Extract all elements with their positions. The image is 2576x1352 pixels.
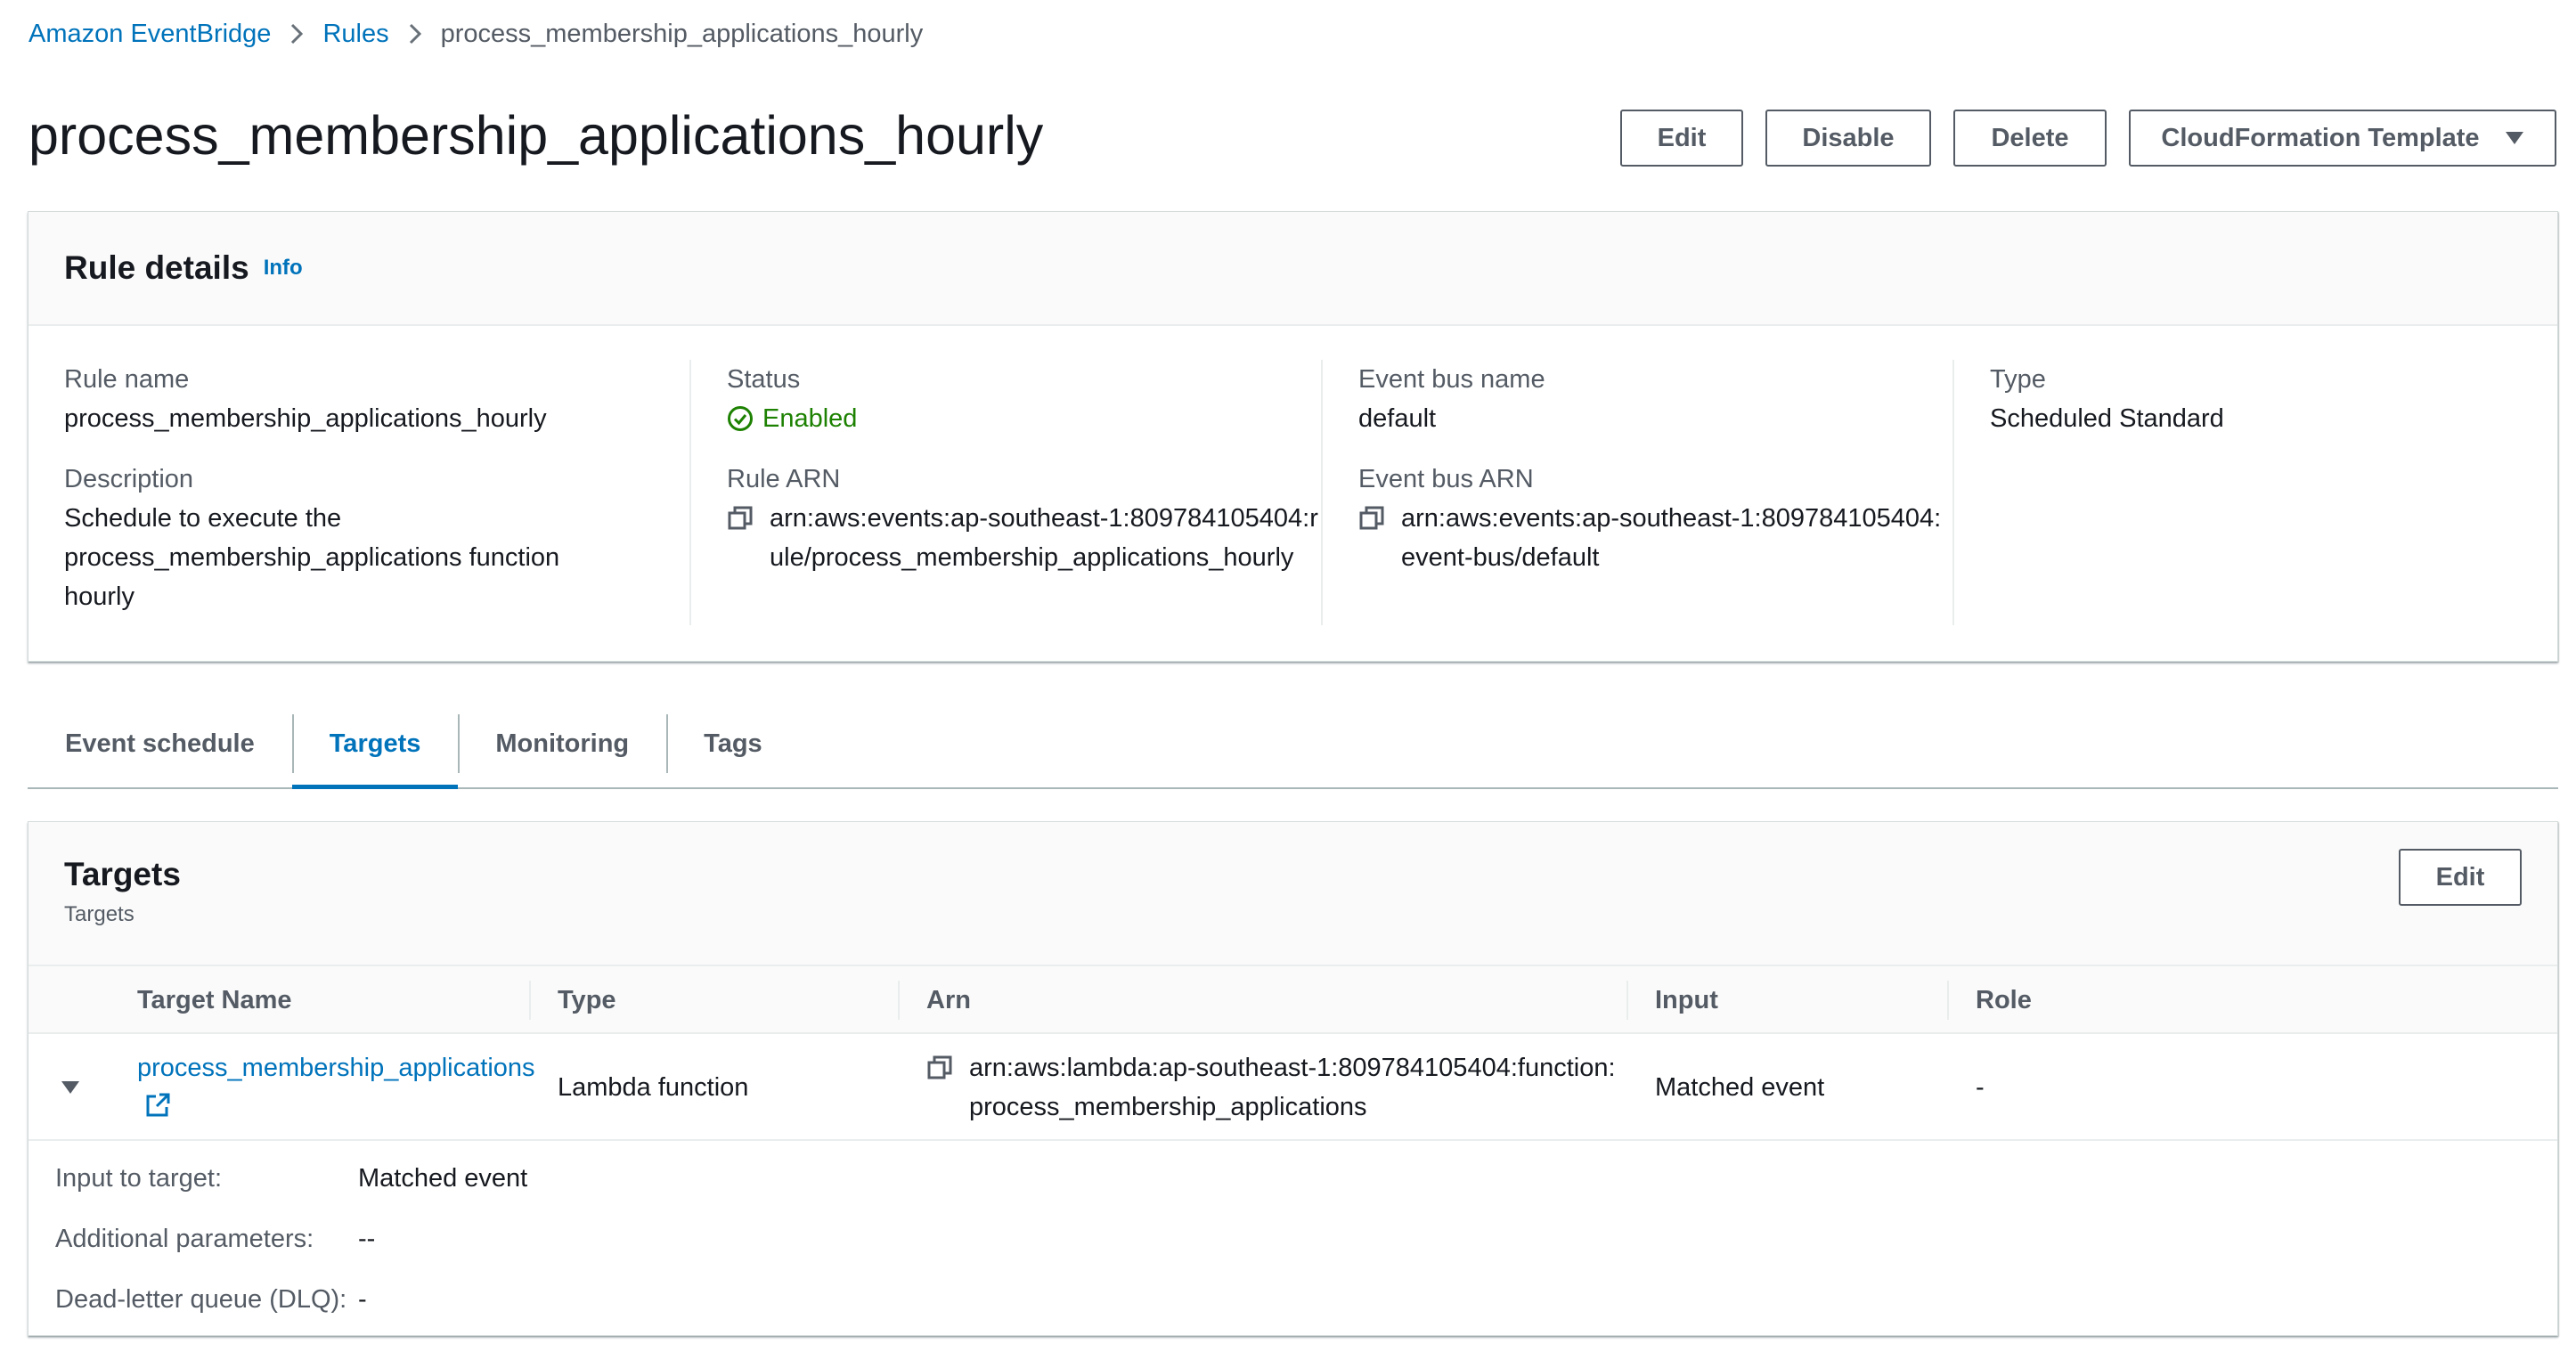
column-role[interactable]: Role	[1976, 966, 2243, 1034]
rule-details-header: Rule details Info	[29, 212, 2557, 326]
input-to-target-row: Input to target: Matched event	[55, 1148, 2557, 1209]
target-input-cell: Matched event	[1655, 1073, 1825, 1102]
chevron-right-icon	[409, 23, 421, 45]
column-arn[interactable]: Arn	[926, 966, 1628, 1034]
details-column-3: Event bus name default Event bus ARN arn…	[1321, 360, 1953, 625]
breadcrumb: Amazon EventBridge Rules process_members…	[29, 16, 923, 52]
additional-parameters-row: Additional parameters: --	[55, 1209, 2557, 1269]
target-name-link[interactable]: process_membership_applications	[137, 1054, 535, 1082]
table-row: process_membership_applications Lambda f…	[29, 1034, 2557, 1141]
input-to-target-value: Matched event	[358, 1163, 528, 1193]
rule-details-title: Rule details	[64, 249, 249, 286]
target-arn-cell: arn:aws:lambda:ap-southeast-1:8097841054…	[926, 1048, 1630, 1127]
event-bus-arn-value: arn:aws:events:ap-southeast-1:8097841054…	[1358, 499, 1953, 577]
column-target-name[interactable]: Target Name	[137, 966, 531, 1034]
tab-monitoring[interactable]: Monitoring	[458, 700, 666, 787]
event-bus-name-label: Event bus name	[1358, 365, 1545, 394]
copy-icon[interactable]	[1358, 505, 1385, 532]
page-title: process_membership_applications_hourly	[29, 105, 1044, 166]
type-label: Type	[1990, 365, 2046, 394]
expand-caret-icon[interactable]	[61, 1079, 80, 1095]
cloudformation-template-button[interactable]: CloudFormation Template	[2129, 110, 2556, 167]
targets-table-header: Target Name Type Arn Input Role	[29, 966, 2557, 1034]
tab-bar: Event schedule Targets Monitoring Tags	[28, 700, 2558, 789]
status-label: Status	[727, 365, 801, 394]
caret-down-icon	[2505, 131, 2524, 145]
rule-details-panel: Rule details Info Rule name process_memb…	[28, 211, 2558, 662]
event-bus-name-value: default	[1358, 404, 1437, 433]
event-bus-arn-text: arn:aws:events:ap-southeast-1:8097841054…	[1401, 504, 1942, 572]
breadcrumb-eventbridge[interactable]: Amazon EventBridge	[29, 20, 271, 49]
dlq-value: -	[358, 1284, 367, 1314]
column-type[interactable]: Type	[558, 966, 900, 1034]
expand-row-toggle[interactable]	[61, 1068, 80, 1107]
header-actions: Edit Disable Delete CloudFormation Templ…	[1620, 110, 2556, 167]
type-value: Scheduled Standard	[1990, 404, 2224, 433]
tab-targets[interactable]: Targets	[291, 700, 459, 789]
additional-parameters-value: --	[358, 1224, 376, 1253]
status-text: Enabled	[762, 404, 858, 433]
target-type-cell: Lambda function	[558, 1073, 749, 1102]
target-details-expanded: Input to target: Matched event Additiona…	[29, 1141, 2557, 1330]
cloudformation-template-label: CloudFormation Template	[2161, 123, 2480, 152]
info-link[interactable]: Info	[264, 256, 303, 281]
rule-arn-value: arn:aws:events:ap-southeast-1:8097841054…	[727, 499, 1322, 577]
disable-rule-button[interactable]: Disable	[1765, 110, 1931, 167]
delete-rule-button[interactable]: Delete	[1953, 110, 2107, 167]
external-link-icon[interactable]	[144, 1092, 171, 1119]
status-value: Enabled	[727, 399, 1322, 438]
chevron-right-icon	[290, 23, 304, 45]
description-label: Description	[64, 465, 194, 493]
rule-arn-label: Rule ARN	[727, 465, 841, 493]
copy-icon[interactable]	[727, 505, 754, 532]
targets-subtitle: Targets	[64, 902, 135, 926]
dlq-row: Dead-letter queue (DLQ): -	[55, 1269, 2557, 1330]
copy-icon[interactable]	[926, 1055, 953, 1081]
details-column-1: Rule name process_membership_application…	[64, 360, 643, 625]
tab-event-schedule[interactable]: Event schedule	[28, 700, 292, 787]
dlq-label: Dead-letter queue (DLQ):	[55, 1284, 347, 1314]
targets-header: Targets Targets Edit	[29, 822, 2557, 966]
rule-name-label: Rule name	[64, 365, 190, 394]
target-role-cell: -	[1976, 1073, 1985, 1102]
rule-details-grid: Rule name process_membership_application…	[29, 326, 2557, 661]
targets-panel: Targets Targets Edit Target Name Type Ar…	[28, 821, 2558, 1336]
details-column-4: Type Scheduled Standard	[1952, 360, 2558, 625]
event-bus-arn-label: Event bus ARN	[1358, 465, 1534, 493]
additional-parameters-label: Additional parameters:	[55, 1224, 314, 1253]
description-value: Schedule to execute the process_membersh…	[64, 504, 560, 611]
rule-arn-text: arn:aws:events:ap-southeast-1:8097841054…	[770, 504, 1318, 572]
target-arn-text: arn:aws:lambda:ap-southeast-1:8097841054…	[969, 1054, 1616, 1121]
edit-rule-button[interactable]: Edit	[1620, 110, 1743, 167]
edit-targets-button[interactable]: Edit	[2399, 849, 2522, 906]
input-to-target-label: Input to target:	[55, 1163, 223, 1193]
rule-name-value: process_membership_applications_hourly	[64, 404, 547, 433]
details-column-2: Status Enabled Rule ARN arn:aws:events:a…	[689, 360, 1322, 625]
tab-tags[interactable]: Tags	[666, 700, 800, 787]
breadcrumb-rules[interactable]: Rules	[322, 20, 388, 49]
targets-title: Targets	[64, 856, 181, 892]
column-input[interactable]: Input	[1655, 966, 1949, 1034]
target-name-cell: process_membership_applications	[137, 1048, 538, 1127]
check-circle-icon	[727, 405, 754, 432]
breadcrumb-current: process_membership_applications_hourly	[440, 19, 924, 48]
